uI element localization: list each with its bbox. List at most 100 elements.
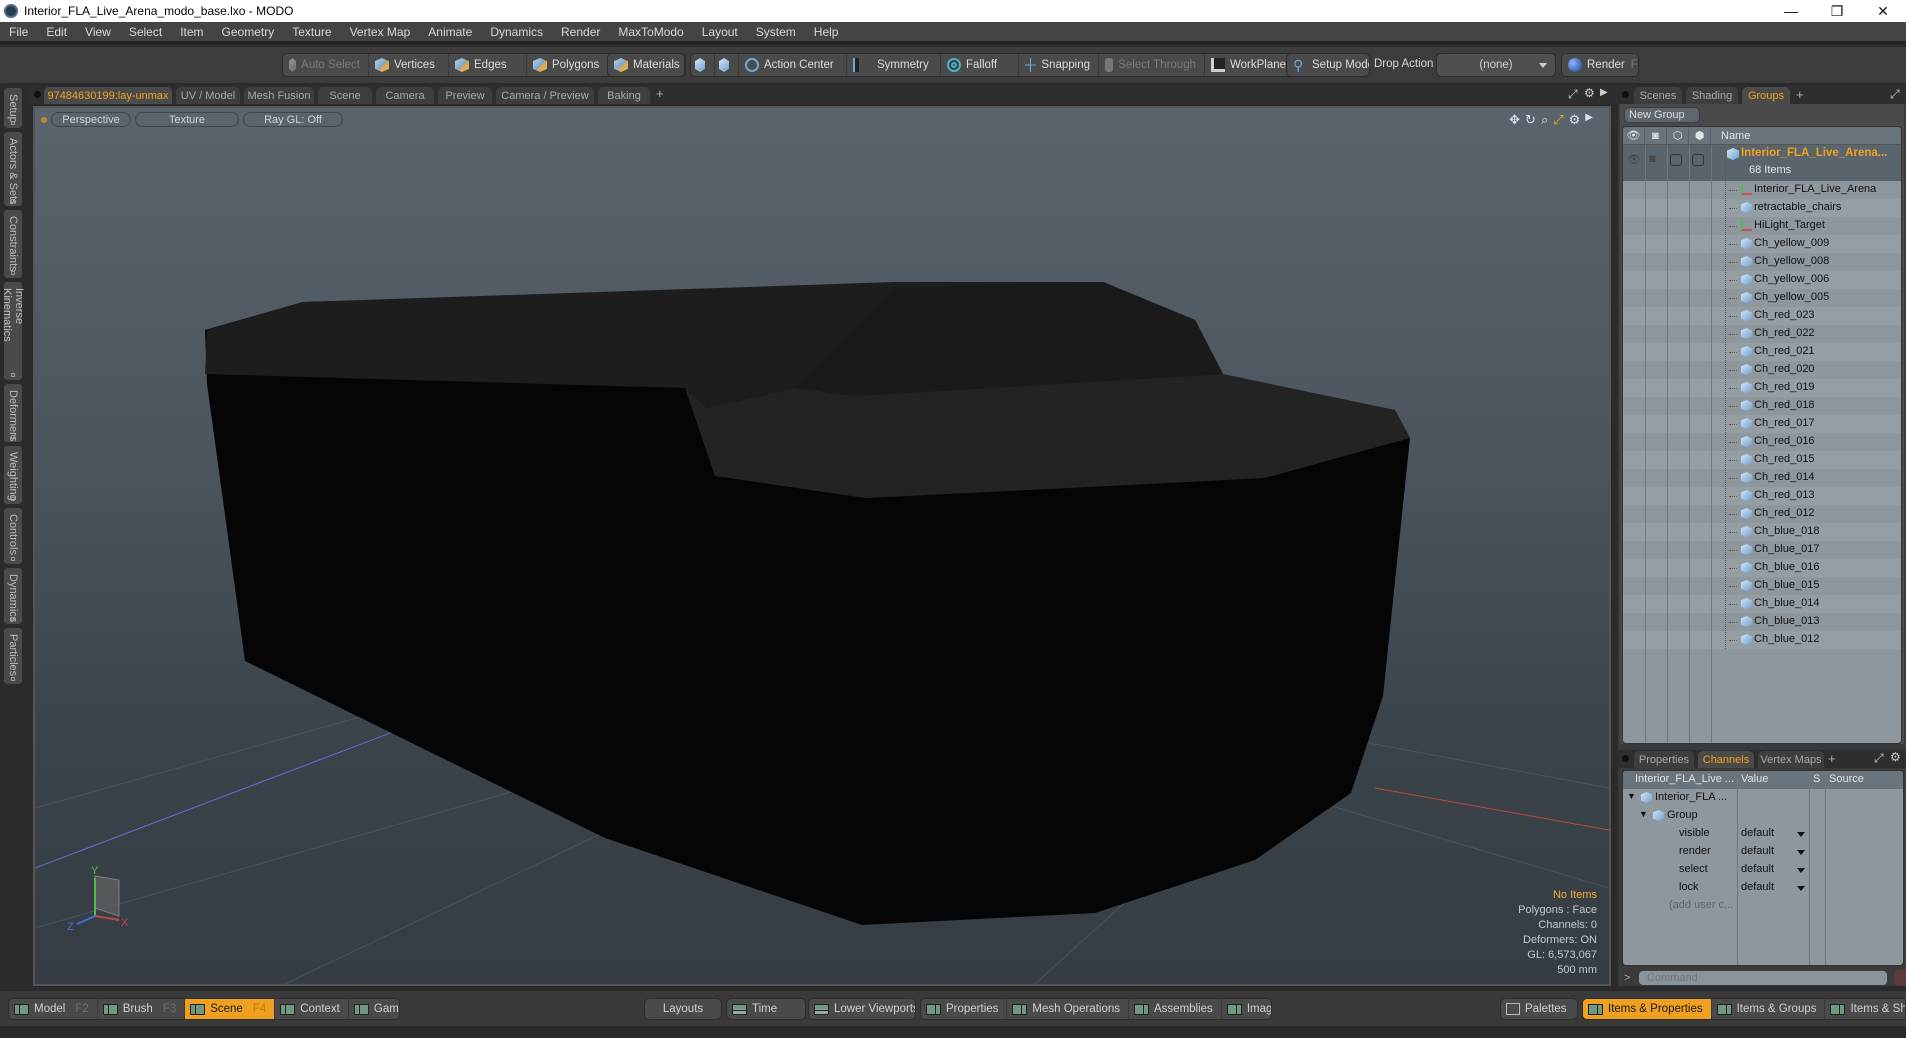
- items-properties-layout-button[interactable]: Items & Properties: [1583, 999, 1712, 1019]
- group-item-row[interactable]: Ch_red_020: [1623, 361, 1901, 379]
- tab-scene[interactable]: Scene: [318, 87, 372, 104]
- lower-viewports-button[interactable]: Lower Viewports: [808, 998, 916, 1020]
- menu-edit[interactable]: Edit: [37, 21, 76, 43]
- group-item-row[interactable]: Ch_red_018: [1623, 397, 1901, 415]
- menu-file[interactable]: File: [0, 21, 37, 43]
- group-item-row[interactable]: Ch_red_016: [1623, 433, 1901, 451]
- group-item-row[interactable]: Ch_blue_013: [1623, 613, 1901, 631]
- pan-icon[interactable]: ✥: [1509, 112, 1520, 128]
- group-item-row[interactable]: Ch_blue_012: [1623, 631, 1901, 649]
- tab-constraints[interactable]: Constraints: [3, 209, 23, 279]
- zoom-icon[interactable]: ⌕: [1541, 112, 1548, 128]
- menu-help[interactable]: Help: [805, 21, 848, 43]
- view-mode-button[interactable]: Perspective: [51, 112, 131, 127]
- chevron-down-icon[interactable]: [1797, 832, 1805, 837]
- maximize-panel-icon[interactable]: ⤢: [1890, 87, 1900, 102]
- tab-controls[interactable]: Controls: [3, 507, 23, 565]
- add-panel-tab-button[interactable]: +: [1828, 751, 1836, 766]
- group-item-row[interactable]: Ch_yellow_005: [1623, 289, 1901, 307]
- menu-geometry[interactable]: Geometry: [213, 21, 284, 43]
- tab-scenes[interactable]: Scenes: [1634, 87, 1682, 104]
- chevron-down-icon[interactable]: [1797, 868, 1805, 873]
- 3d-viewport[interactable]: Y X Z Perspective Texture Ray GL: Off ✥ …: [33, 106, 1611, 986]
- tab-camera-preview[interactable]: Camera / Preview: [496, 87, 594, 104]
- root-render-icon[interactable]: ◙: [1649, 153, 1656, 165]
- tab-mesh-fusion[interactable]: Mesh Fusion: [244, 87, 314, 104]
- add-panel-tab-button[interactable]: +: [1796, 87, 1804, 102]
- menu-maxtomodo[interactable]: MaxToModo: [609, 21, 692, 43]
- viewport-expand-arrow-icon[interactable]: ▶: [1585, 112, 1593, 128]
- group-item-row[interactable]: Ch_red_019: [1623, 379, 1901, 397]
- fit-icon[interactable]: ⤢: [1553, 112, 1563, 128]
- tab-deformers[interactable]: Deformers: [3, 383, 23, 443]
- maximize-panel-icon[interactable]: ⤢: [1874, 751, 1884, 766]
- select-column-icon[interactable]: ⬡: [1667, 127, 1689, 144]
- tab-properties[interactable]: Properties: [1634, 751, 1694, 768]
- channel-row[interactable]: visible default: [1623, 825, 1903, 843]
- value-header[interactable]: Value: [1741, 773, 1768, 785]
- tab-uv-model[interactable]: UV / Model: [176, 87, 240, 104]
- setup-mode-button[interactable]: ⚲ Setup Mode: [1287, 54, 1369, 76]
- symmetry-button[interactable]: Symmetry: [847, 54, 941, 76]
- action-center-button[interactable]: Action Center: [739, 54, 847, 76]
- menu-render[interactable]: Render: [552, 21, 609, 43]
- tab-actors-sets[interactable]: Actors & Sets: [3, 131, 23, 207]
- visibility-column-icon[interactable]: 👁: [1623, 127, 1645, 144]
- channel-root-row[interactable]: ▼ Interior_FLA ...: [1623, 789, 1903, 807]
- menu-dynamics[interactable]: Dynamics: [481, 21, 552, 43]
- render-button[interactable]: RenderF9: [1562, 54, 1638, 76]
- minimize-button[interactable]: —: [1768, 0, 1814, 22]
- mode-game-tools-button[interactable]: Game Tools: [349, 999, 399, 1019]
- group-item-row[interactable]: Ch_blue_015: [1623, 577, 1901, 595]
- expand-triangle-icon[interactable]: ▼: [1627, 791, 1636, 801]
- group-item-row[interactable]: Ch_red_013: [1623, 487, 1901, 505]
- snapping-button[interactable]: Snapping: [1019, 54, 1099, 76]
- edges-button[interactable]: Edges: [449, 54, 527, 76]
- expand-triangle-icon[interactable]: ▼: [1639, 809, 1648, 819]
- vertices-button[interactable]: Vertices: [369, 54, 449, 76]
- group-item-row[interactable]: Ch_red_022: [1623, 325, 1901, 343]
- mode-model-button[interactable]: Model F2: [9, 999, 98, 1019]
- add-tab-button[interactable]: +: [656, 86, 664, 101]
- group-item-row[interactable]: Ch_yellow_008: [1623, 253, 1901, 271]
- close-button[interactable]: ✕: [1860, 0, 1906, 22]
- auto-select-button[interactable]: Auto Select: [283, 54, 369, 76]
- root-lock-toggle[interactable]: [1692, 154, 1704, 166]
- tab-vertex-maps[interactable]: Vertex Maps: [1758, 751, 1824, 768]
- menu-texture[interactable]: Texture: [283, 21, 340, 43]
- group-item-row[interactable]: Ch_blue_017: [1623, 541, 1901, 559]
- tab-dynamics[interactable]: Dynamics: [3, 567, 23, 625]
- maximize-viewport-icon[interactable]: ⤢: [1568, 87, 1578, 102]
- mode-scene-button[interactable]: Scene F4: [185, 999, 276, 1019]
- command-history-button[interactable]: [1894, 970, 1906, 986]
- items-groups-layout-button[interactable]: Items & Groups: [1712, 999, 1826, 1019]
- channel-row[interactable]: render default: [1623, 843, 1903, 861]
- group-item-row[interactable]: Ch_red_012: [1623, 505, 1901, 523]
- mesh-operations-layout-button[interactable]: Mesh Operations: [1007, 999, 1129, 1019]
- channel-row[interactable]: lock default: [1623, 879, 1903, 897]
- group-item-row[interactable]: Ch_red_021: [1623, 343, 1901, 361]
- group-item-row[interactable]: HiLight_Target: [1623, 217, 1901, 235]
- tab-inverse-kinematics[interactable]: Inverse Kinematics: [1, 281, 25, 381]
- channel-value[interactable]: default: [1741, 863, 1774, 875]
- add-user-channel[interactable]: (add user c...: [1669, 899, 1733, 911]
- menu-animate[interactable]: Animate: [419, 21, 481, 43]
- polygons-button[interactable]: Polygons: [527, 54, 613, 76]
- tab-setup[interactable]: Setup: [3, 87, 23, 129]
- palettes-button[interactable]: Palettes: [1500, 998, 1578, 1020]
- tab-shading[interactable]: Shading: [1686, 87, 1738, 104]
- rotate-icon[interactable]: ↻: [1525, 112, 1536, 128]
- channel-row[interactable]: select default: [1623, 861, 1903, 879]
- group-item-row[interactable]: Ch_red_014: [1623, 469, 1901, 487]
- tab-groups[interactable]: Groups: [1742, 87, 1790, 104]
- layouts-button[interactable]: Layouts: [644, 998, 722, 1020]
- menu-vertex-map[interactable]: Vertex Map: [341, 21, 420, 43]
- select-through-button[interactable]: Select Through: [1099, 54, 1205, 76]
- menu-view[interactable]: View: [76, 21, 120, 43]
- command-input[interactable]: [1638, 970, 1888, 986]
- group-item-row[interactable]: Ch_blue_016: [1623, 559, 1901, 577]
- name-column-header[interactable]: Name: [1711, 127, 1901, 144]
- tab-baking[interactable]: Baking: [598, 87, 650, 104]
- channel-name-header[interactable]: Interior_FLA_Live ...: [1635, 773, 1734, 785]
- channel-group-row[interactable]: ▼ Group: [1623, 807, 1903, 825]
